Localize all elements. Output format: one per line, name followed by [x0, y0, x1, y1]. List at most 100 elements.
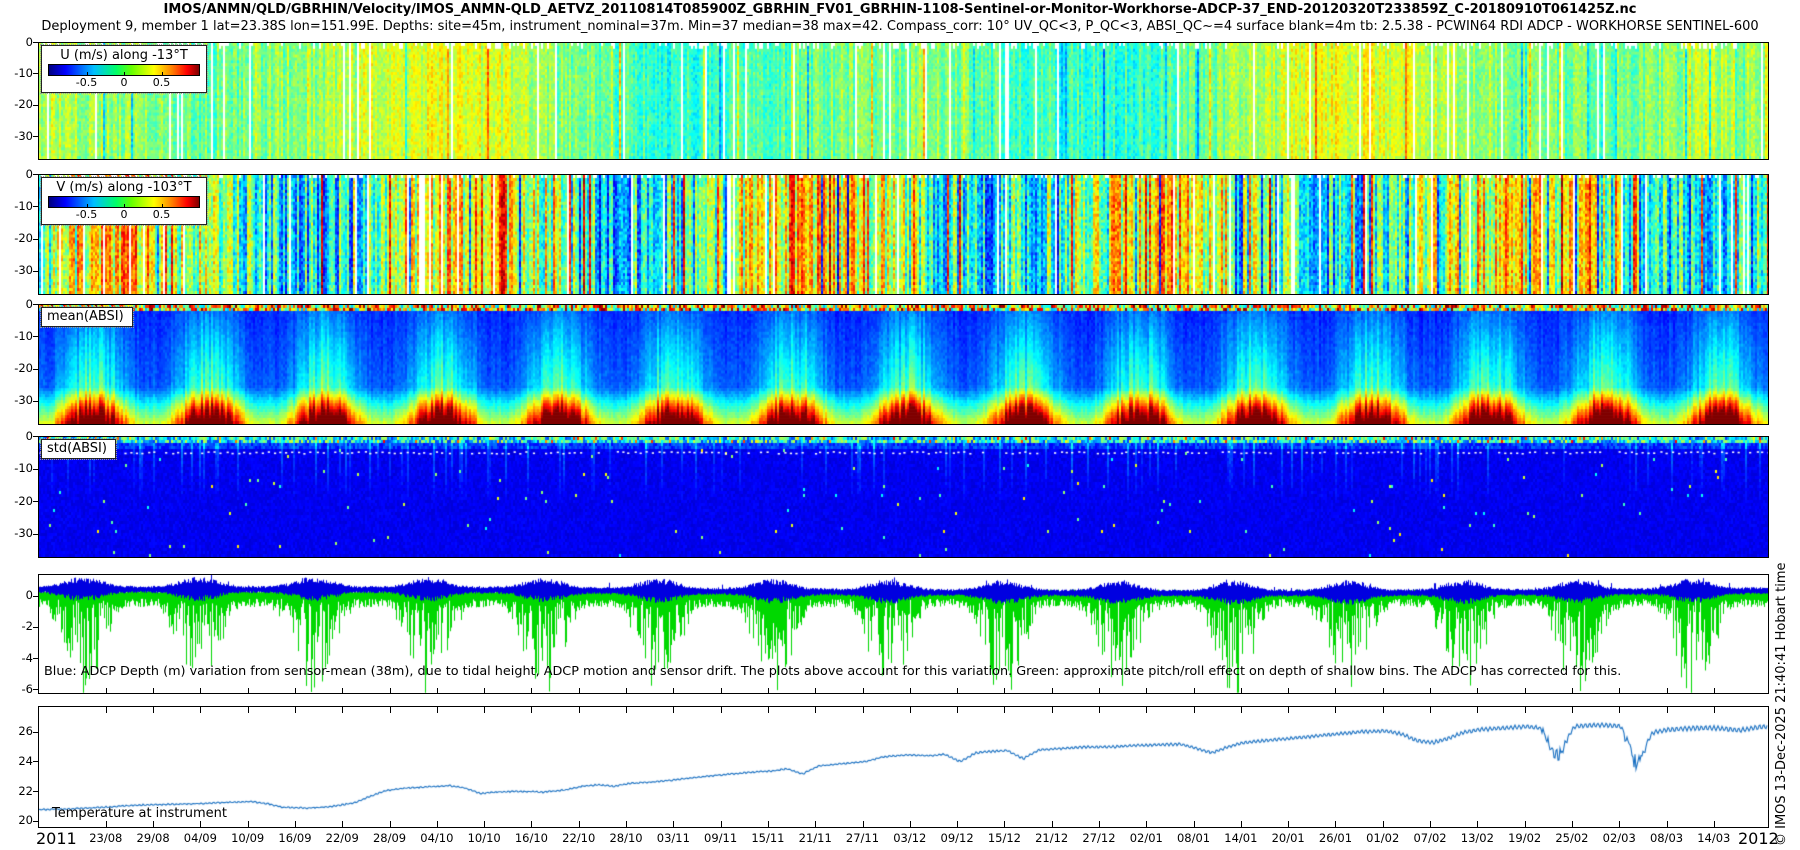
x-tickmark-depth-panel — [200, 688, 201, 693]
x-tick-label: 03/11 — [657, 831, 690, 845]
y-tickmark — [33, 336, 38, 337]
y-tick-label: -10 — [0, 462, 33, 475]
x-tickmark-depth-panel — [1335, 688, 1336, 693]
y-tick-label: -20 — [0, 495, 33, 508]
x-tickmark-bottom — [768, 821, 769, 827]
x-tickmark-bottom — [1477, 821, 1478, 827]
colorbar-tick-label: 0.5 — [153, 208, 171, 221]
y-tickmark — [33, 627, 38, 628]
figure-subtitle-deployment-info: Deployment 9, member 1 lat=23.38S lon=15… — [0, 19, 1800, 34]
y-tickmark — [33, 596, 38, 597]
x-tick-label: 27/12 — [1082, 831, 1115, 845]
y-tickmark — [33, 304, 38, 305]
y-tick-label: 0 — [0, 430, 33, 443]
x-tickmark-top — [248, 707, 249, 713]
panel-u-velocity: U (m/s) along -13°T -0.5 0 0.5 — [38, 42, 1769, 160]
v-velocity-heatmap-canvas — [39, 175, 1768, 294]
x-tickmark-depth-panel — [1477, 688, 1478, 693]
colorbar-tick-label: 0 — [121, 76, 128, 89]
x-tickmark-bottom — [1335, 821, 1336, 827]
x-tickmark-depth-panel — [1288, 688, 1289, 693]
x-tickmark-top — [579, 707, 580, 713]
y-tick-label: -30 — [0, 264, 33, 277]
x-tick-label: 10/09 — [231, 831, 264, 845]
x-tickmark-depth-panel — [815, 688, 816, 693]
x-tickmark-top — [1146, 707, 1147, 713]
y-tickmark — [33, 105, 38, 106]
x-tickmark-depth-panel — [153, 688, 154, 693]
y-tickmark — [33, 436, 38, 437]
x-tick-label: 14/03 — [1697, 831, 1730, 845]
x-tick-label: 04/10 — [420, 831, 453, 845]
x-tickmark-bottom — [1667, 821, 1668, 827]
y-tickmark — [33, 689, 38, 690]
x-tickmark-top — [200, 707, 201, 713]
x-tickmark-bottom — [1194, 821, 1195, 827]
y-tickmark — [33, 239, 38, 240]
x-tickmark-depth-panel — [1525, 688, 1526, 693]
x-tickmark-depth-panel — [531, 688, 532, 693]
x-tick-label: 03/12 — [893, 831, 926, 845]
x-tick-label: 10/10 — [468, 831, 501, 845]
x-tickmark-depth-panel — [1619, 688, 1620, 693]
v-colorbar-legend: V (m/s) along -103°T -0.5 0 0.5 — [41, 177, 207, 225]
x-tickmark-bottom — [1146, 821, 1147, 827]
x-tick-label: 04/09 — [184, 831, 217, 845]
x-tick-label: 28/10 — [609, 831, 642, 845]
x-tickmark-bottom — [1525, 821, 1526, 827]
x-tickmark-bottom — [390, 821, 391, 827]
y-tickmark — [33, 174, 38, 175]
x-tick-label: 29/08 — [137, 831, 170, 845]
u-velocity-heatmap-canvas — [39, 43, 1768, 159]
x-tickmark-top — [1667, 707, 1668, 713]
x-tickmark-bottom — [721, 821, 722, 827]
x-tickmark-depth-panel — [295, 688, 296, 693]
x-tickmark-top — [342, 707, 343, 713]
y-tickmark — [33, 469, 38, 470]
x-tickmark-bottom — [910, 821, 911, 827]
x-tickmark-bottom — [1241, 821, 1242, 827]
panel-v-velocity: V (m/s) along -103°T -0.5 0 0.5 — [38, 174, 1769, 295]
x-tickmark-top — [957, 707, 958, 713]
colorbar-tick-label: -0.5 — [76, 76, 97, 89]
y-tickmark — [33, 501, 38, 502]
x-tickmark-top — [1335, 707, 1336, 713]
x-tickmark-bottom — [484, 821, 485, 827]
x-tickmark-depth-panel — [1430, 688, 1431, 693]
x-tickmark-top — [1714, 707, 1715, 713]
y-tick-label: -30 — [0, 527, 33, 540]
y-tick-label: 26 — [0, 725, 33, 738]
x-tickmark-depth-panel — [957, 688, 958, 693]
y-tick-label: -2 — [0, 620, 33, 633]
x-tickmark-depth-panel — [863, 688, 864, 693]
depth-variation-annotation: Blue: ADCP Depth (m) variation from sens… — [44, 664, 1621, 679]
x-tickmark-bottom — [863, 821, 864, 827]
y-tickmark — [33, 791, 38, 792]
colorbar-tick-label: -0.5 — [76, 208, 97, 221]
x-tickmark-depth-panel — [1099, 688, 1100, 693]
x-tickmark-depth-panel — [390, 688, 391, 693]
x-tick-label: 15/12 — [988, 831, 1021, 845]
x-tickmark-top — [1194, 707, 1195, 713]
x-tickmark-top — [673, 707, 674, 713]
y-tick-label: -6 — [0, 683, 33, 696]
x-tickmark-bottom — [815, 821, 816, 827]
x-tickmark-bottom — [1714, 821, 1715, 827]
x-tickmark-depth-panel — [1714, 688, 1715, 693]
x-tickmark-bottom — [106, 821, 107, 827]
y-tickmark — [33, 271, 38, 272]
x-tickmark-top — [484, 707, 485, 713]
figure-title-filename: IMOS/ANMN/QLD/GBRHIN/Velocity/IMOS_ANMN-… — [0, 2, 1800, 17]
panel-mean-absi: mean(ABSI) — [38, 304, 1769, 425]
y-tick-label: 20 — [0, 814, 33, 827]
x-tickmark-depth-panel — [106, 688, 107, 693]
y-tickmark — [33, 658, 38, 659]
x-tickmark-depth-panel — [248, 688, 249, 693]
u-legend-title: U (m/s) along -13°T — [48, 48, 200, 63]
x-tick-label: 22/09 — [326, 831, 359, 845]
y-tick-label: 0 — [0, 298, 33, 311]
x-tickmark-bottom — [153, 821, 154, 827]
y-tick-label: 24 — [0, 755, 33, 768]
y-tickmark — [33, 821, 38, 822]
x-tick-label: 09/12 — [941, 831, 974, 845]
